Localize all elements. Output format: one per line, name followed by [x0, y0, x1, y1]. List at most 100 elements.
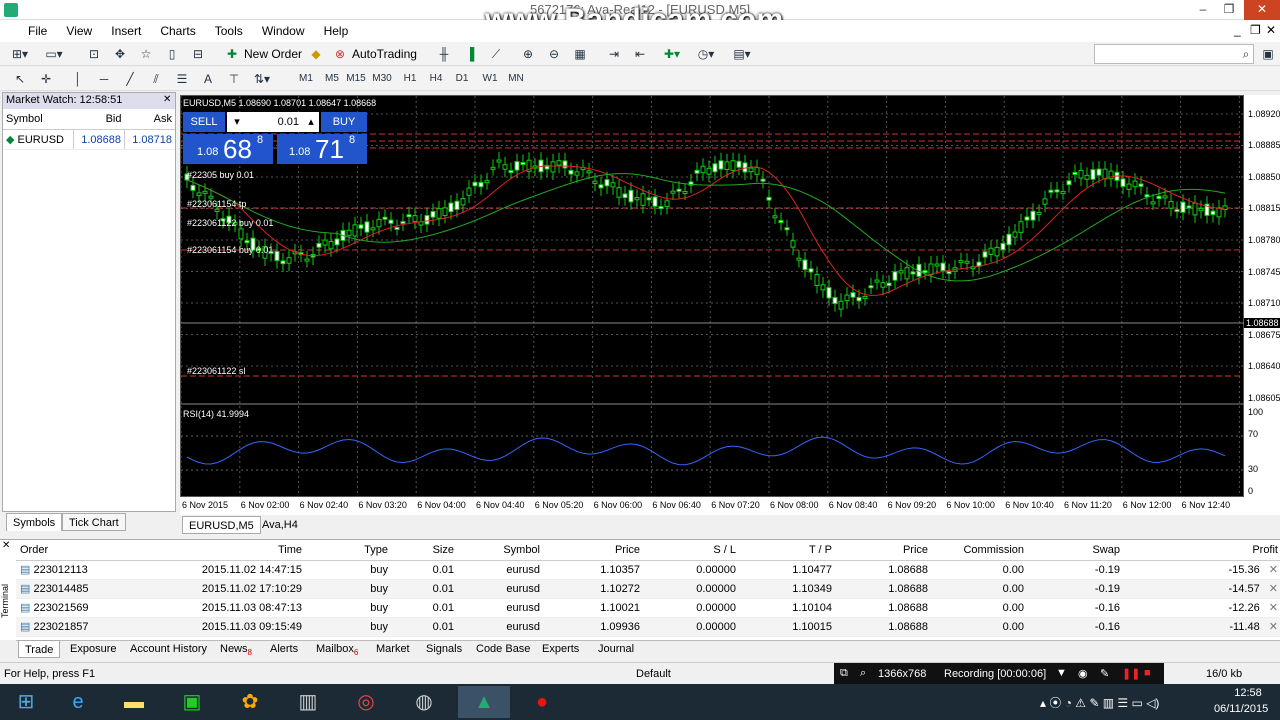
picasa-icon[interactable]: ✿: [224, 686, 276, 718]
price-chart[interactable]: EURUSD,M5 1.08690 1.08701 1.08647 1.0866…: [180, 95, 1245, 498]
tab-experts[interactable]: Experts: [536, 640, 585, 658]
bandicam-icon[interactable]: ●: [516, 686, 568, 718]
menu-insert[interactable]: Insert: [103, 20, 149, 42]
audio-app-icon[interactable]: ◍: [398, 686, 450, 718]
bar-chart-icon[interactable]: ╫: [434, 44, 454, 64]
pause-icon[interactable]: ▼: [1056, 667, 1067, 679]
col-type[interactable]: Type: [306, 540, 392, 561]
close-icon[interactable]: ✕: [163, 94, 171, 105]
close-position-icon[interactable]: ✕: [1269, 602, 1278, 614]
new-chart-icon[interactable]: ⊞▾: [10, 44, 30, 64]
chrome-icon[interactable]: ◎: [340, 686, 392, 718]
profiles-icon[interactable]: ▭▾: [44, 44, 64, 64]
metaeditor-icon[interactable]: ◆: [306, 44, 326, 64]
tab-news[interactable]: News8: [214, 640, 258, 658]
autotrading-button[interactable]: AutoTrading: [352, 44, 417, 64]
col-price[interactable]: Price: [544, 540, 644, 561]
sell-button[interactable]: SELL: [183, 112, 225, 132]
search-input[interactable]: [1094, 44, 1254, 64]
buy-button[interactable]: BUY: [321, 112, 367, 132]
vertical-line-icon[interactable]: │: [68, 69, 88, 89]
strategy-tester-icon[interactable]: ⊟: [188, 44, 208, 64]
tab-exposure[interactable]: Exposure: [64, 640, 122, 658]
col-swap[interactable]: Swap: [1028, 540, 1124, 561]
menu-charts[interactable]: Charts: [152, 20, 203, 42]
terminal-icon[interactable]: ▯: [162, 44, 182, 64]
camera-icon[interactable]: ◉: [1078, 667, 1088, 680]
tab-code-base[interactable]: Code Base: [470, 640, 536, 658]
window-mode-icon[interactable]: ⧉: [840, 667, 848, 680]
cursor-icon[interactable]: ↖: [10, 69, 30, 89]
fibonacci-icon[interactable]: ☰: [172, 69, 192, 89]
text-label-icon[interactable]: ⊤: [224, 69, 244, 89]
tab-journal[interactable]: Journal: [592, 640, 640, 658]
timeframe-m30[interactable]: M30: [372, 69, 392, 89]
menu-tools[interactable]: Tools: [207, 20, 251, 42]
timeframe-h4[interactable]: H4: [426, 69, 446, 89]
data-window-icon[interactable]: ✥: [110, 44, 130, 64]
tab-alerts[interactable]: Alerts: [264, 640, 304, 658]
tile-windows-icon[interactable]: ▦: [570, 44, 590, 64]
candlestick-icon[interactable]: ▐: [460, 44, 480, 64]
table-row[interactable]: ▤ 223014485 2015.11.02 17:10:29 buy 0.01 eur…: [16, 579, 1280, 599]
tab-symbols[interactable]: Symbols: [6, 513, 63, 531]
zoom-in-icon[interactable]: ⊕: [518, 44, 538, 64]
chart-shift-icon[interactable]: ⇥: [604, 44, 624, 64]
col-time[interactable]: Time: [136, 540, 306, 561]
close-position-icon[interactable]: ✕: [1269, 564, 1278, 576]
lot-up-icon[interactable]: ▴: [303, 112, 319, 132]
menu-help[interactable]: Help: [316, 20, 357, 42]
minimize-button[interactable]: –: [1190, 0, 1216, 20]
col-profit[interactable]: Profit: [1124, 540, 1280, 561]
menu-window[interactable]: Window: [254, 20, 313, 42]
tab-eurusd-m5[interactable]: EURUSD,M5: [182, 516, 261, 534]
tab-market[interactable]: Market: [370, 640, 416, 658]
lot-input[interactable]: 0.01: [247, 112, 303, 132]
text-icon[interactable]: A: [198, 69, 218, 89]
arrows-icon[interactable]: ⇅▾: [252, 69, 272, 89]
timeframe-h1[interactable]: H1: [400, 69, 420, 89]
file-explorer-icon[interactable]: ▬: [108, 686, 160, 718]
community-icon[interactable]: ▣: [1258, 44, 1278, 64]
col-size[interactable]: Size: [392, 540, 458, 561]
periods-icon[interactable]: ◷▾: [696, 44, 716, 64]
timeframe-m1[interactable]: M1: [296, 69, 316, 89]
zoom-out-icon[interactable]: ⊖: [544, 44, 564, 64]
table-row[interactable]: ◆ EURUSD 1.08688 1.08718: [3, 129, 175, 150]
templates-icon[interactable]: ▤▾: [732, 44, 752, 64]
search-icon[interactable]: ⌕: [1236, 44, 1256, 64]
col-symbol[interactable]: Symbol: [3, 109, 74, 130]
new-order-icon[interactable]: ✚: [222, 44, 242, 64]
clock-time[interactable]: 12:58: [1220, 687, 1276, 699]
windows-start-icon[interactable]: ⊞: [0, 686, 52, 718]
horizontal-line-icon[interactable]: ─: [94, 69, 114, 89]
col-sl[interactable]: S / L: [644, 540, 740, 561]
app-icon[interactable]: ▥: [282, 686, 334, 718]
store-icon[interactable]: ▣: [166, 686, 218, 718]
mdi-restore-button[interactable]: ❐: [1250, 23, 1261, 37]
tab-mailbox[interactable]: Mailbox6: [310, 640, 364, 658]
restore-button[interactable]: ❐: [1216, 0, 1242, 20]
crosshair-icon[interactable]: ✛: [36, 69, 56, 89]
autoscroll-icon[interactable]: ⇤: [630, 44, 650, 64]
navigator-icon[interactable]: ☆: [136, 44, 156, 64]
col-commission[interactable]: Commission: [932, 540, 1028, 561]
tab-account-history[interactable]: Account History: [124, 640, 213, 658]
tab-ava-h4[interactable]: Ava,H4: [256, 516, 304, 534]
timeframe-w1[interactable]: W1: [480, 69, 500, 89]
close-position-icon[interactable]: ✕: [1269, 621, 1278, 633]
close-icon[interactable]: ✕: [2, 540, 10, 551]
internet-explorer-icon[interactable]: e: [52, 686, 104, 718]
lot-down-icon[interactable]: ▾: [227, 112, 247, 132]
tray-icons[interactable]: ▴ ⦿ ◔ ⚠ ✎ ▥ ☰ ▭ ◁): [1040, 694, 1159, 711]
sell-price[interactable]: 1.08 68 8: [183, 134, 273, 164]
pause-recording-icon[interactable]: ❚❚: [1122, 667, 1140, 680]
timeframe-d1[interactable]: D1: [452, 69, 472, 89]
indicators-icon[interactable]: ✚▾: [662, 44, 682, 64]
col-current-price[interactable]: Price: [836, 540, 932, 561]
stop-recording-icon[interactable]: ■: [1144, 667, 1151, 679]
col-ask[interactable]: Ask: [124, 109, 175, 130]
table-row[interactable]: ▤ 223012113 2015.11.02 14:47:15 buy 0.01 eur…: [16, 560, 1280, 580]
close-button[interactable]: ✕: [1244, 0, 1280, 20]
col-tp[interactable]: T / P: [740, 540, 836, 561]
